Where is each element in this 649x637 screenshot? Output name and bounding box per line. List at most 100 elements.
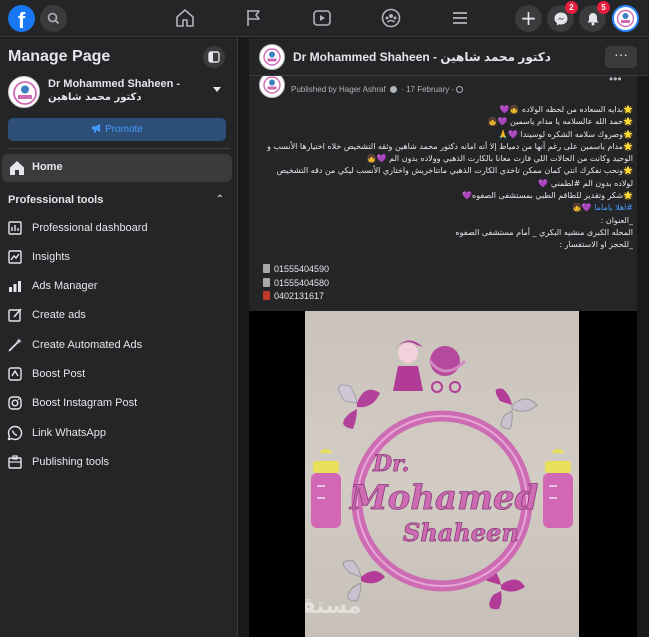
sidebar-item-create-ads[interactable]: Create ads [6,303,230,327]
professional-tools-heading[interactable]: Professional tools ⌃ [8,194,230,206]
profile-avatar[interactable] [612,5,639,32]
home-icon [10,161,24,175]
globe-icon [456,86,464,93]
info-icon [389,86,397,93]
menu-icon[interactable] [449,7,471,29]
page-avatar[interactable] [259,44,285,70]
sidebar-item-link-whatsapp[interactable]: Link WhatsApp [6,421,230,445]
sidebar-item-publishing-tools[interactable]: Publishing tools [6,450,230,474]
sidebar-item-label: Create Automated Ads [32,339,143,351]
phone-icon [263,264,270,273]
sidebar-toggle-icon [208,51,220,63]
phone-number[interactable]: 01555404580 [274,278,329,288]
page-avatar [8,76,40,108]
search-button[interactable] [40,5,67,32]
phone-list: 01555404590 01555404580 0402131617 [263,263,329,304]
post-line: 🌟حمد الله عالسلامه يا مدام ياسمين 💜👧 [487,117,633,127]
sidebar-item-label: Home [32,161,63,173]
watermark: مستقل [305,594,361,619]
messenger-icon [554,12,567,25]
messenger-button[interactable]: 2 [547,1,578,32]
post-date[interactable]: 17 February [406,85,449,94]
sign-text-first-name: Mohamed [349,478,539,518]
post-line: 🌟وصروك سلامه الشكره لوسيندا 💜🙏 [498,129,633,139]
plus-icon: + [520,5,537,30]
chevron-up-icon: ⌃ [215,194,224,205]
messenger-badge: 2 [565,1,578,14]
published-by: Published by Hager Ashraf [291,85,386,94]
manage-page-sidebar: Manage Page Dr Mohammed Shaheen - دكتور … [0,38,238,637]
page-title: Dr Mohammed Shaheen - دكتور محمد شاهين [293,50,551,64]
post-line: 🌟ونحب نفكرك انتي كمان ممكن تاخدي الكارت … [276,166,633,176]
chevron-down-icon [213,87,221,92]
divider [8,148,230,149]
sidebar-item-boost-post[interactable]: Boost Post [6,362,230,386]
post-media[interactable]: Dr. Mohamed Shaheen مستقل [249,311,637,637]
sidebar-item-boost-instagram-post[interactable]: Boost Instagram Post [6,391,230,415]
search-icon [47,12,60,25]
sidebar-item-label: Insights [32,251,70,263]
baby-bottle-icon [311,449,341,528]
notifications-button[interactable]: 5 [579,1,610,32]
page-switcher[interactable]: Dr Mohammed Shaheen - دكتور محمد شاهين [8,76,230,110]
watch-icon[interactable] [311,7,333,29]
post-line: 🌟مدام ياسمين على رغم أنها من دمياط إلا أ… [266,141,633,151]
notifications-badge: 5 [597,1,610,14]
page-name: Dr Mohammed Shaheen - [48,78,181,90]
post-line: الوحيد وكانت من الحالات اللي فازت معانا … [366,154,633,164]
address-label: _العنوان : [600,215,633,225]
sidebar-item-label: Ads Manager [32,280,98,292]
bell-icon [587,12,598,25]
post-card: Dr Mohammed Shaheen Published by Hager A… [249,64,637,637]
groups-icon[interactable] [380,7,402,29]
instagram-icon [8,396,22,410]
post-line: 🌟شكر وتقدير للطاقم الطبي بمستشفى الصفوه💜 [462,191,633,201]
sidebar-item-label: Publishing tools [32,456,110,468]
sidebar-item-label: Create ads [32,309,86,321]
baby-bottle-icon [543,449,573,528]
page-header: Dr Mohammed Shaheen - دكتور محمد شاهين ·… [249,38,649,76]
sidebar-title: Manage Page [8,48,111,65]
sidebar-item-label: Link WhatsApp [32,427,106,439]
sidebar-item-create-automated-ads[interactable]: Create Automated Ads [6,333,230,357]
magic-wand-icon [8,338,22,352]
sign-text-last-name: Shaheen [403,518,519,547]
promote-button[interactable]: Promote [8,118,226,141]
flag-icon[interactable] [243,7,265,29]
publishing-icon [8,455,22,469]
sidebar-item-label: Boost Instagram Post [32,397,138,409]
more-options-button[interactable]: ··· [605,46,637,68]
post-line: 🌟بدايه السعاده من لحظه الولاده 👧💜 [499,105,633,114]
booking-label: _للحجز او الاستفسار : [559,240,633,250]
home-icon[interactable] [174,7,196,29]
section-heading: Professional tools [8,194,104,206]
whatsapp-icon [7,425,23,441]
phone-number[interactable]: 01555404590 [274,264,329,274]
facebook-logo[interactable]: f [8,5,35,32]
dashboard-icon [8,221,22,235]
ads-manager-icon [9,281,21,292]
butterfly-icon [338,384,380,429]
hashtag-link[interactable]: #اهلا ياماما 💜👧 [259,202,633,214]
boost-icon [8,367,22,381]
telephone-icon [263,291,270,300]
clinic-sign-photo: Dr. Mohamed Shaheen مستقل [305,311,579,637]
sidebar-item-ads-manager[interactable]: Ads Manager [6,274,230,298]
sidebar-item-label: Boost Post [32,368,86,380]
sidebar-item-insights[interactable]: Insights [6,245,230,269]
create-button[interactable]: + [515,5,542,32]
phone-number[interactable]: 0402131617 [274,291,324,301]
collapse-sidebar-button[interactable] [203,46,225,68]
clinic-logo-icon [13,81,37,105]
post-line: لولاده بدون الم #لطمني 💜 [538,178,633,188]
post-body: 🌟بدايه السعاده من لحظه الولاده 👧💜 🌟حمد ا… [259,104,633,252]
sidebar-item-home[interactable]: Home [2,154,232,182]
insights-icon [8,250,22,264]
address-text: المحله الكبرى منشيه البكري _ أمام مستشفى… [455,227,633,237]
clinic-logo-icon [263,76,281,94]
megaphone-icon [92,124,101,133]
baby-decoration-icon [393,340,467,393]
post-byline: Published by Hager Ashraf · 17 February … [291,85,464,94]
sidebar-item-professional-dashboard[interactable]: Professional dashboard [6,216,230,240]
clinic-logo-icon [263,48,281,66]
